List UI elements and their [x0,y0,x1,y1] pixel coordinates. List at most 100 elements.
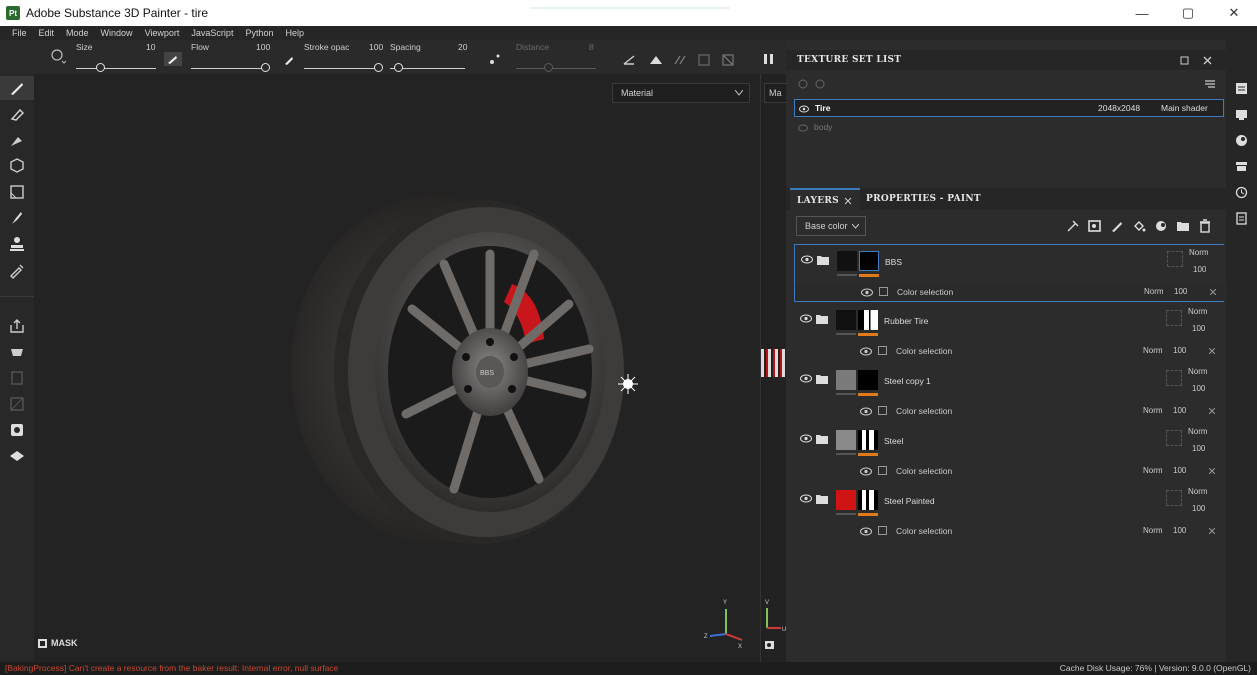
menu-javascript[interactable]: JavaScript [191,28,233,38]
effect-blend-mode[interactable]: Norm [1143,466,1163,475]
alignment-icon[interactable] [622,52,638,68]
material-picker-icon[interactable] [8,343,26,361]
menu-window[interactable]: Window [101,28,133,38]
menu-edit[interactable]: Edit [39,28,55,38]
close-button[interactable]: ✕ [1211,0,1257,26]
layer-name[interactable]: Steel [884,436,903,446]
brush-preset-icon[interactable] [50,48,66,64]
effect-opacity[interactable]: 100 [1174,287,1187,296]
display-settings-icon[interactable] [8,447,26,465]
effect-checkbox[interactable] [878,406,887,415]
effect-checkbox[interactable] [878,466,887,475]
remove-effect-icon[interactable] [1209,528,1215,534]
2d-viewport[interactable]: Ma V U [760,74,788,662]
layer-mask-thumb[interactable] [858,490,878,510]
effect-opacity[interactable]: 100 [1173,406,1186,415]
effect-name[interactable]: Color selection [896,526,952,536]
log-icon[interactable] [1235,212,1248,225]
eye-icon[interactable] [799,105,809,113]
layer-blend-mode[interactable]: Norm [1188,487,1208,496]
eye-icon[interactable] [861,288,873,297]
screenshot-icon[interactable] [764,639,776,651]
minimize-button[interactable]: — [1119,0,1165,26]
channel-select[interactable]: Base color [796,216,866,236]
projection-icon[interactable] [8,131,26,149]
delete-layer-icon[interactable] [1198,219,1212,233]
layer-item-steel[interactable]: Steel Norm 100 Color selection Norm 100 [794,424,1224,482]
layer-mask-thumb[interactable] [858,370,878,390]
add-effect-icon[interactable] [1066,219,1080,233]
layer-opacity[interactable]: 100 [1192,444,1205,453]
layer-opacity[interactable]: 100 [1192,384,1205,393]
stroke-opacity-slider-track[interactable] [304,68,379,69]
effect-name[interactable]: Color selection [897,287,953,297]
flow-slider-handle[interactable] [261,63,270,72]
effect-name[interactable]: Color selection [896,406,952,416]
dimension-icon[interactable] [696,52,712,68]
effect-checkbox[interactable] [879,287,888,296]
effect-opacity[interactable]: 100 [1173,466,1186,475]
eye-icon[interactable] [860,347,872,356]
layer-blend-mode[interactable]: Norm [1188,367,1208,376]
tire-model[interactable]: BBS Y Z X [34,74,760,662]
add-folder-icon[interactable] [1176,219,1190,233]
layer-name[interactable]: Steel Painted [884,496,935,506]
smudge-icon[interactable] [8,209,26,227]
texture-set-row-tire[interactable]: Tire 2048x2048 Main shader [794,99,1224,117]
size-slider-handle[interactable] [96,63,105,72]
effect-opacity[interactable]: 100 [1173,346,1186,355]
remove-effect-icon[interactable] [1209,348,1215,354]
iray-icon[interactable] [8,421,26,439]
effect-checkbox[interactable] [878,346,887,355]
status-error-message[interactable]: [BakingProcess] Can't create a resource … [5,662,338,675]
flow-value[interactable]: 100 [256,42,270,52]
lazy-mouse-icon[interactable] [488,52,502,66]
history-icon[interactable] [1235,186,1248,199]
remove-effect-icon[interactable] [1209,468,1215,474]
effect-blend-mode[interactable]: Norm [1144,287,1164,296]
tab-layers[interactable]: LAYERS [790,188,860,210]
layer-mask-thumb[interactable] [858,310,878,330]
remove-effect-icon[interactable] [1210,289,1216,295]
eye-icon[interactable] [860,527,872,536]
effect-name[interactable]: Color selection [896,466,952,476]
symmetry-icon[interactable] [648,52,664,68]
spacing-slider-handle[interactable] [394,63,403,72]
3d-viewport[interactable]: Material BBS Y Z X MASK [34,74,760,662]
geometry-fill-icon[interactable] [8,157,26,175]
effect-blend-mode[interactable]: Norm [1143,526,1163,535]
layer-blend-mode[interactable]: Norm [1188,427,1208,436]
layer-item-steel-copy-1[interactable]: Steel copy 1 Norm 100 Color selection No… [794,364,1224,422]
effect-checkbox[interactable] [878,526,887,535]
layer-item-bbs[interactable]: BBS Norm 100 Color selection Norm 100 [794,244,1225,302]
menu-mode[interactable]: Mode [66,28,89,38]
layer-name[interactable]: Rubber Tire [884,316,928,326]
texture-set-shader[interactable]: Main shader [1161,103,1208,113]
close-tab-icon[interactable] [844,197,852,205]
paint-brush-icon[interactable] [8,79,26,97]
effect-name[interactable]: Color selection [896,346,952,356]
display-icon[interactable] [1235,108,1248,121]
ts-settings-icon[interactable] [1204,78,1216,90]
lock-view-icon[interactable] [720,52,736,68]
menu-file[interactable]: File [12,28,27,38]
menu-python[interactable]: Python [245,28,273,38]
texture-set-settings-icon[interactable] [1235,160,1248,173]
layer-opacity[interactable]: 100 [1192,504,1205,513]
remove-effect-icon[interactable] [1209,408,1215,414]
layer-mask-thumb[interactable] [859,251,879,271]
effect-opacity[interactable]: 100 [1173,526,1186,535]
add-paint-layer-icon[interactable] [1110,219,1124,233]
eraser-icon[interactable] [8,105,26,123]
eye-icon[interactable] [860,407,872,416]
2d-mode-select[interactable]: Ma [764,83,788,103]
spacing-value[interactable]: 20 [458,42,467,52]
pause-icon[interactable] [763,52,775,66]
size-value[interactable]: 10 [146,42,155,52]
add-mask-icon[interactable] [1088,219,1102,233]
stroke-opacity-value[interactable]: 100 [369,42,383,52]
layer-item-steel-painted[interactable]: Steel Painted Norm 100 Color selection N… [794,484,1224,542]
clone-stamp-icon[interactable] [8,235,26,253]
float-panel-icon[interactable] [1180,56,1189,65]
flow-slider-track[interactable] [191,68,266,69]
